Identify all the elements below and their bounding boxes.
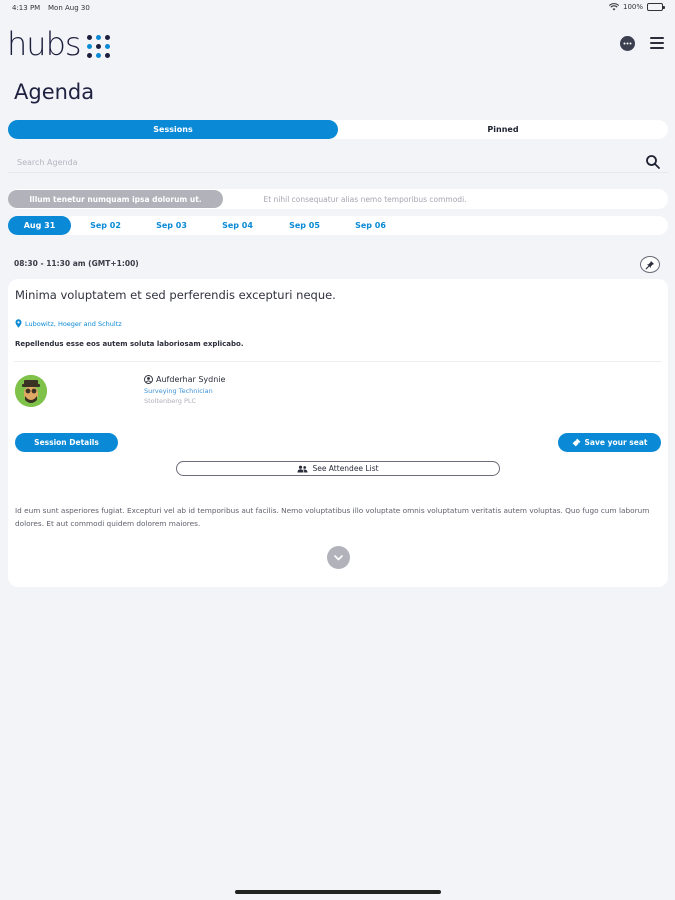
speaker-info[interactable]: Aufderhar Sydnie Surveying Technician St…: [144, 375, 225, 405]
battery-percent: 100%: [622, 3, 643, 11]
speaker-name: Aufderhar Sydnie: [156, 375, 226, 384]
chevron-down-icon[interactable]: [327, 546, 350, 569]
speaker-icon: [144, 375, 153, 384]
logo-dot: [104, 34, 110, 40]
status-bar: 4:13 PM Mon Aug 30 100%: [0, 0, 675, 18]
ticket-icon: [572, 438, 580, 447]
divider: [14, 361, 662, 362]
home-indicator[interactable]: [235, 890, 441, 894]
speaker-name-row: Aufderhar Sydnie: [144, 375, 225, 384]
attendee-list-button[interactable]: See Attendee List: [176, 461, 500, 476]
logo-dot: [104, 43, 110, 49]
filter-chip-track-2[interactable]: Et nihil consequatur alias nemo temporib…: [230, 190, 500, 208]
speaker-avatar[interactable]: [15, 375, 47, 407]
agenda-tabs: Sessions Pinned: [8, 120, 668, 139]
status-date: Mon Aug 30: [48, 4, 90, 12]
save-seat-label: Save your seat: [584, 438, 648, 447]
session-description: Id eum sunt asperiores fugiat. Excepturi…: [15, 506, 650, 528]
wifi-icon: [608, 3, 619, 11]
save-seat-button[interactable]: Save your seat: [558, 433, 661, 452]
date-selector: Aug 31 Sep 02 Sep 03 Sep 04 Sep 05 Sep 0…: [8, 216, 668, 235]
attendee-list-label: See Attendee List: [312, 464, 379, 473]
search-input[interactable]: [17, 154, 617, 170]
logo-dot: [104, 52, 110, 58]
logo-dots-icon: [86, 34, 110, 58]
session-title[interactable]: Minima voluptatem et sed perferendis exc…: [15, 288, 336, 302]
date-tab-sep-06[interactable]: Sep 06: [339, 216, 402, 235]
logo-dot: [95, 43, 101, 49]
pin-icon[interactable]: [640, 256, 660, 273]
location-pin-icon: [15, 319, 22, 328]
track-filter-bar: Illum tenetur numquam ipsa dolorum ut. E…: [8, 189, 668, 209]
filter-chip-track-1[interactable]: Illum tenetur numquam ipsa dolorum ut.: [8, 190, 223, 208]
logo-dot: [95, 52, 101, 58]
date-tab-sep-02[interactable]: Sep 02: [74, 216, 137, 235]
speaker-role: Surveying Technician: [144, 387, 213, 395]
users-icon: [297, 465, 308, 472]
tab-sessions[interactable]: Sessions: [8, 120, 338, 139]
logo-dot: [86, 34, 92, 40]
speaker-company: Stoltenberg PLC: [144, 397, 197, 405]
date-tab-sep-04[interactable]: Sep 04: [206, 216, 269, 235]
hamburger-menu-icon[interactable]: [650, 37, 664, 49]
status-right: 100%: [608, 3, 665, 11]
search-icon[interactable]: [645, 154, 661, 170]
chat-bubble-icon[interactable]: [620, 36, 635, 51]
session-card: Minima voluptatem et sed perferendis exc…: [8, 279, 668, 587]
hubs-logo[interactable]: hubs: [7, 24, 110, 64]
date-tab-sep-03[interactable]: Sep 03: [140, 216, 203, 235]
page-title: Agenda: [14, 80, 95, 104]
location-label: Lubowitz, Hoeger and Schultz: [25, 319, 122, 328]
app-header: hubs: [0, 22, 675, 66]
date-tab-aug-31[interactable]: Aug 31: [8, 216, 71, 235]
session-details-button[interactable]: Session Details: [15, 433, 118, 452]
tab-pinned[interactable]: Pinned: [338, 120, 668, 139]
date-tab-sep-05[interactable]: Sep 05: [273, 216, 336, 235]
session-location[interactable]: Lubowitz, Hoeger and Schultz: [15, 319, 122, 328]
logo-text: hubs: [7, 25, 82, 63]
logo-dot: [86, 52, 92, 58]
search-bar: [8, 151, 668, 173]
logo-dot: [95, 34, 101, 40]
status-time: 4:13 PM: [12, 4, 41, 12]
session-time: 08:30 - 11:30 am (GMT+1:00): [14, 259, 139, 268]
session-subtitle: Repellendus esse eos autem soluta labori…: [15, 340, 244, 348]
logo-dot: [86, 43, 92, 49]
battery-icon: [647, 3, 665, 11]
